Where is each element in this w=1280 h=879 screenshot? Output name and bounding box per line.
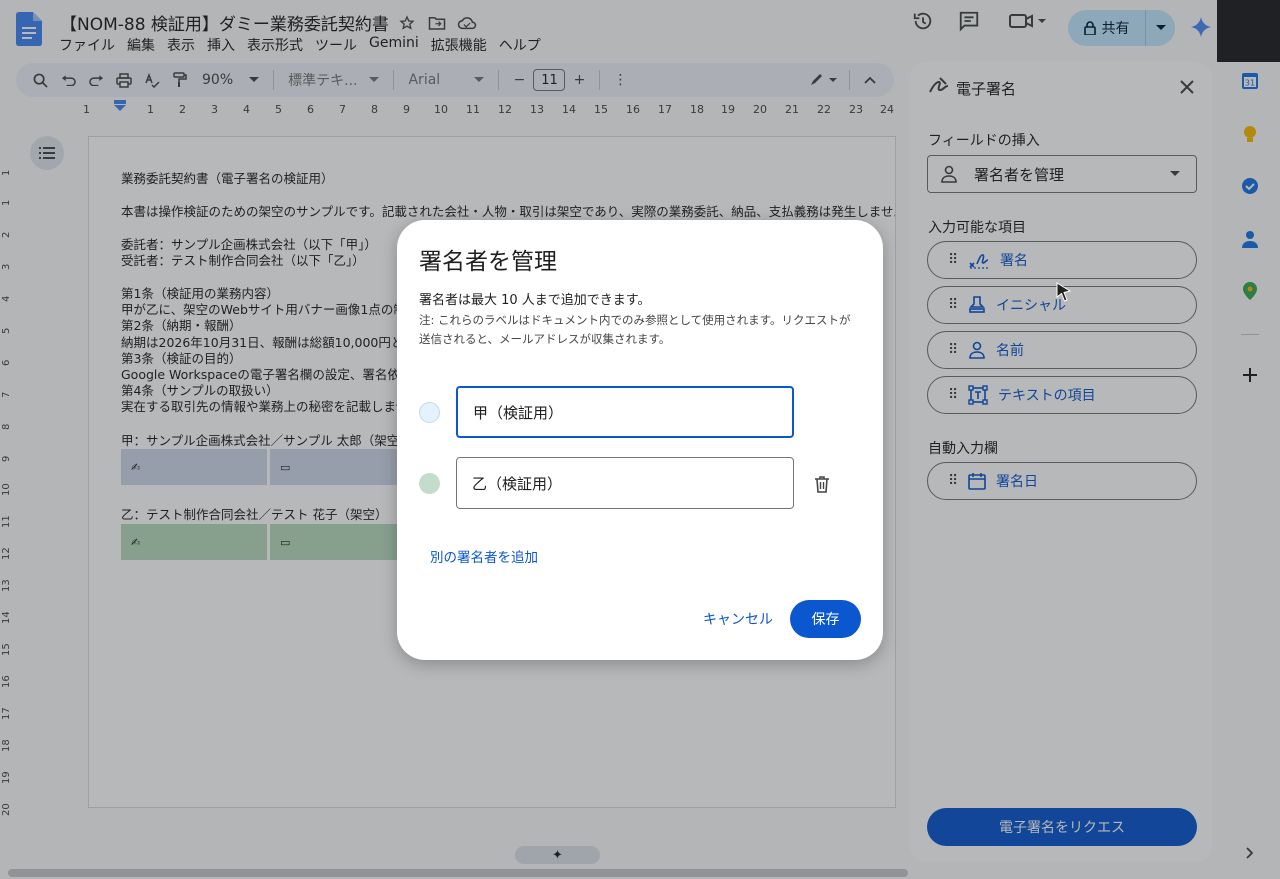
dialog-note: 注: これらのラベルはドキュメント内でのみ参照として使用されます。リクエストが送… [419,313,851,346]
signer1-color-dot [419,402,440,423]
delete-signer-icon[interactable] [811,473,833,495]
signer1-name-input[interactable] [456,386,794,438]
signer2-name-input[interactable] [456,457,794,509]
dialog-title: 署名者を管理 [419,249,557,275]
signer2-color-dot [419,473,440,494]
add-signer-link[interactable]: 別の署名者を追加 [430,546,538,566]
mouse-pointer-icon [1056,282,1072,306]
manage-signers-dialog: 署名者を管理 署名者は最大 10 人まで追加できます。 注: これらのラベルはド… [397,220,883,660]
save-button[interactable]: 保存 [790,600,861,638]
dialog-description: 署名者は最大 10 人まで追加できます。 [419,293,651,308]
cancel-button[interactable]: キャンセル [697,600,779,638]
